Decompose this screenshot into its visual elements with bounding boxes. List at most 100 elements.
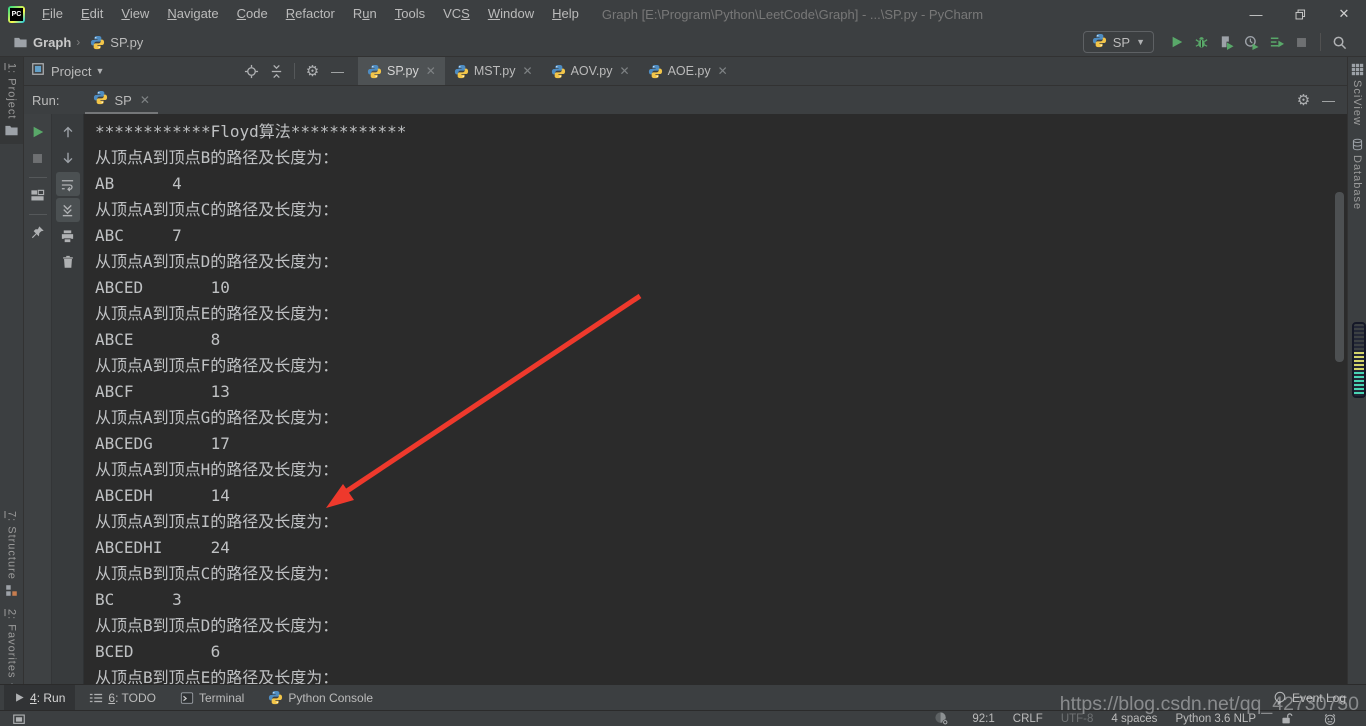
trash-button[interactable]	[56, 250, 80, 274]
editor-tab-sp-py[interactable]: SP.py ✕	[358, 57, 445, 85]
run-toolbar: SP ▼	[1083, 28, 1366, 57]
tab-label: AOE.py	[668, 64, 711, 78]
tab-label: MST.py	[474, 64, 516, 78]
tab-label: SP.py	[387, 64, 419, 78]
coverage-button[interactable]	[1214, 30, 1239, 54]
run-button[interactable]	[1164, 30, 1189, 54]
search-everywhere-button[interactable]	[1327, 30, 1352, 54]
printer-button[interactable]	[56, 224, 80, 248]
softwrap-button[interactable]	[56, 172, 80, 196]
menu-file[interactable]: File	[33, 0, 72, 28]
panel-and-tabs-row: Project ▼ ⚙— SP.py ✕ MST.py ✕ AOV.py ✕ AOE.py ✕	[24, 57, 1347, 86]
printer-icon	[60, 229, 75, 244]
close-icon[interactable]: ✕	[426, 64, 436, 78]
scrollend-button[interactable]	[56, 198, 80, 222]
up-button[interactable]	[56, 120, 80, 144]
toolwindow-label: 4: Run	[30, 691, 65, 705]
layout-button[interactable]	[26, 183, 50, 207]
stripe-7-structure[interactable]: 7: Structure	[0, 505, 23, 603]
toolwindow-terminal[interactable]: Terminal	[170, 685, 254, 711]
menu-run[interactable]: Run	[344, 0, 386, 28]
watermark-url: https://blog.csdn.net/qq_42730750	[1060, 693, 1359, 716]
close-icon[interactable]: ✕	[140, 93, 150, 107]
minus-button[interactable]: —	[325, 59, 350, 83]
window-title: Graph [E:\Program\Python\LeetCode\Graph]…	[602, 7, 983, 22]
menu-vcs[interactable]: VCS	[434, 0, 479, 28]
run-buttons	[1164, 30, 1314, 54]
rerun-button[interactable]	[26, 120, 50, 144]
menu-code[interactable]: Code	[228, 0, 277, 28]
toolwindow-6-todo[interactable]: 6: TODO	[79, 685, 166, 711]
console-output[interactable]: ************Floyd算法************从顶点A到顶点B的…	[84, 114, 1347, 684]
toolbar-divider	[1320, 33, 1321, 51]
minus-button[interactable]: —	[1316, 88, 1341, 112]
chevron-down-icon[interactable]: ▼	[95, 66, 104, 76]
toolwindow-label: Python Console	[288, 691, 373, 705]
menu-refactor[interactable]: Refactor	[277, 0, 344, 28]
window-controls: — ✕	[1234, 0, 1366, 28]
menu-bar: FileEditViewNavigateCodeRefactorRunTools…	[33, 0, 588, 28]
toggle-toolwindows-button[interactable]	[6, 707, 31, 726]
breadcrumb-file[interactable]: SP.py	[110, 35, 143, 50]
console-line: ABCEDH 14	[95, 483, 1347, 509]
rerun-icon	[31, 125, 45, 139]
menu-navigate[interactable]: Navigate	[158, 0, 227, 28]
editor-tab-aov-py[interactable]: AOV.py ✕	[542, 57, 639, 85]
close-button[interactable]: ✕	[1322, 0, 1366, 28]
console-line: 从顶点A到顶点D的路径及长度为：	[95, 249, 1347, 275]
stripe-sciview[interactable]: SciView	[1351, 57, 1364, 132]
close-icon[interactable]: ✕	[523, 64, 533, 78]
menu-tools[interactable]: Tools	[386, 0, 434, 28]
debug-button[interactable]	[1189, 30, 1214, 54]
close-icon[interactable]: ✕	[620, 64, 630, 78]
menu-edit[interactable]: Edit	[72, 0, 112, 28]
pin-button[interactable]	[26, 220, 50, 244]
menu-help[interactable]: Help	[543, 0, 588, 28]
line-separator[interactable]: CRLF	[1013, 713, 1043, 725]
project-tool-window-icon	[31, 62, 45, 81]
concurrency-button[interactable]	[1264, 30, 1289, 54]
console-line: 从顶点A到顶点G的路径及长度为：	[95, 405, 1347, 431]
stop-button[interactable]	[1289, 30, 1314, 54]
run-configuration-select[interactable]: SP ▼	[1083, 31, 1154, 53]
menu-window[interactable]: Window	[479, 0, 543, 28]
toolbar-divider	[289, 63, 300, 79]
gear-button[interactable]: ⚙	[1291, 88, 1316, 112]
profiler-button[interactable]	[1239, 30, 1264, 54]
scrollbar-thumb[interactable]	[1335, 192, 1344, 362]
console-line: 从顶点A到顶点I的路径及长度为：	[95, 509, 1347, 535]
minimize-button[interactable]: —	[1234, 0, 1278, 28]
toolwindows-icon	[12, 712, 26, 726]
down-button[interactable]	[56, 146, 80, 170]
run-toolbar-main	[24, 114, 52, 684]
run-tab[interactable]: SP ✕	[83, 86, 159, 114]
stripe-1-project[interactable]: 1: Project	[0, 57, 23, 144]
breadcrumb-project[interactable]: Graph	[33, 35, 71, 50]
editor-tab-mst-py[interactable]: MST.py ✕	[445, 57, 542, 85]
gear-button[interactable]: ⚙	[300, 59, 325, 83]
project-panel-title[interactable]: Project	[51, 64, 91, 79]
tab-label: AOV.py	[571, 64, 613, 78]
collapse-button[interactable]	[264, 59, 289, 83]
close-icon[interactable]: ✕	[718, 64, 728, 78]
caret-position[interactable]: 92:1	[972, 713, 994, 725]
stripe-label: 7: Structure	[6, 511, 18, 580]
console-line: ************Floyd算法************	[95, 119, 1347, 145]
toolbar-divider	[29, 214, 47, 215]
meter-gray-segment	[1354, 324, 1364, 352]
play-small-icon	[14, 692, 25, 703]
restore-button[interactable]	[1278, 0, 1322, 28]
locate-button[interactable]	[239, 59, 264, 83]
menu-view[interactable]: View	[112, 0, 158, 28]
pin-icon	[31, 225, 45, 239]
background-tasks-icon[interactable]	[929, 707, 954, 726]
stripe-label: SciView	[1351, 80, 1363, 126]
toolbar-divider	[29, 177, 47, 178]
editor-tab-aoe-py[interactable]: AOE.py ✕	[639, 57, 737, 85]
profiler-icon	[1244, 35, 1259, 50]
toolwindow-python-console[interactable]: Python Console	[258, 685, 383, 711]
stop-button[interactable]	[26, 146, 50, 170]
navigation-bar: Graph › SP.py SP ▼	[0, 28, 1366, 57]
stripe-database[interactable]: Database	[1351, 132, 1364, 216]
pycharm-logo-text: PC	[10, 8, 23, 21]
